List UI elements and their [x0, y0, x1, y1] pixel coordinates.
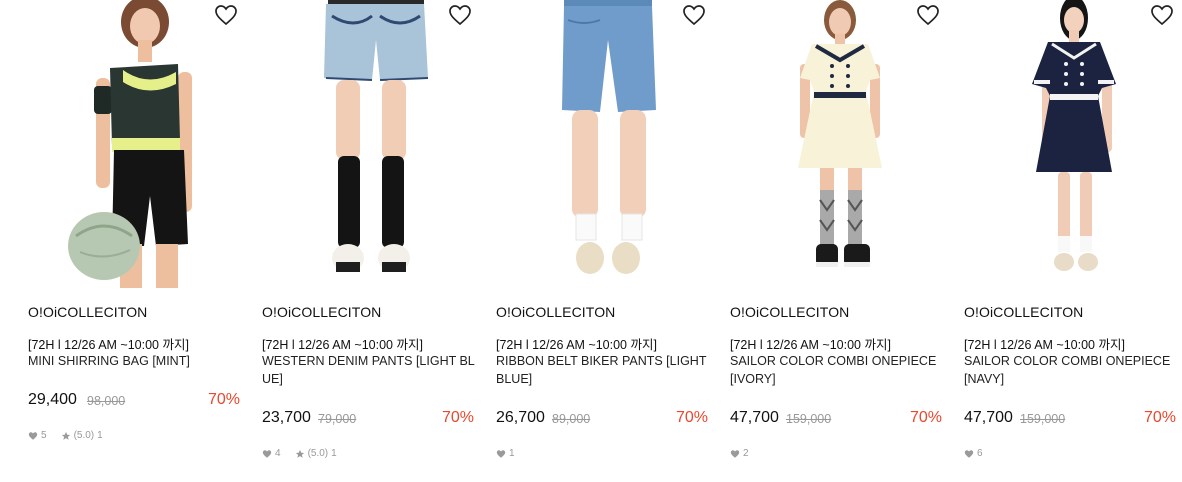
like-count: 1 — [509, 448, 515, 459]
price-row: 23,700 79,000 70% — [262, 409, 476, 431]
product-name[interactable]: WESTERN DENIM PANTS [LIGHT BLUE] — [262, 352, 476, 388]
promo-text: [72H l 12/26 AM ~10:00 까지] — [28, 338, 189, 352]
discount-rate: 70% — [675, 409, 708, 426]
product-image[interactable] — [964, 0, 1178, 288]
like-count: 5 — [41, 430, 47, 441]
product-photo-sailor-onepiece-navy — [964, 0, 1178, 288]
product-name[interactable]: SAILOR COLOR COMBI ONEPIECE [IVORY] — [730, 352, 944, 388]
price-row: 29,400 98,000 70% — [28, 391, 242, 413]
product-meta: 2 — [730, 448, 749, 459]
promo-text: [72H l 12/26 AM ~10:00 까지] — [730, 338, 891, 352]
product-photo-mini-shirring-bag — [28, 0, 242, 288]
heart-outline-icon[interactable] — [214, 4, 238, 26]
heart-outline-icon[interactable] — [682, 4, 706, 26]
like-count: 6 — [977, 448, 983, 459]
star-icon — [295, 449, 304, 458]
product-card[interactable]: O!OiCOLLECITON [72H l 12/26 AM ~10:00 까지… — [496, 0, 710, 482]
discount-rate: 70% — [909, 409, 942, 426]
product-name[interactable]: SAILOR COLOR COMBI ONEPIECE [NAVY] — [964, 352, 1178, 388]
original-price: 159,000 — [786, 412, 832, 426]
promo-text: [72H l 12/26 AM ~10:00 까지] — [496, 338, 657, 352]
rating-score: (5.0) — [73, 430, 95, 441]
price-row: 26,700 89,000 70% — [496, 409, 710, 431]
product-image[interactable] — [262, 0, 476, 288]
product-image[interactable] — [28, 0, 242, 288]
original-price: 79,000 — [318, 412, 357, 426]
heart-icon — [496, 449, 506, 458]
price-row: 47,700 159,000 70% — [730, 409, 944, 431]
original-price: 89,000 — [552, 412, 591, 426]
sale-price: 29,400 — [28, 391, 77, 408]
product-image[interactable] — [496, 0, 710, 288]
brand-name[interactable]: O!OiCOLLECITON — [496, 304, 615, 320]
star-icon — [61, 431, 70, 440]
product-name[interactable]: MINI SHIRRING BAG [MINT] — [28, 352, 242, 370]
rating-score: (5.0) — [307, 448, 329, 459]
brand-name[interactable]: O!OiCOLLECITON — [262, 304, 381, 320]
sale-price: 47,700 — [730, 409, 779, 426]
discount-rate: 70% — [207, 391, 240, 408]
discount-rate: 70% — [441, 409, 474, 426]
like-count: 4 — [275, 448, 281, 459]
product-meta: 1 — [496, 448, 515, 459]
heart-icon — [730, 449, 740, 458]
heart-outline-icon[interactable] — [916, 4, 940, 26]
product-card[interactable]: O!OiCOLLECITON [72H l 12/26 AM ~10:00 까지… — [262, 0, 476, 482]
heart-icon — [262, 449, 272, 458]
sale-price: 26,700 — [496, 409, 545, 426]
review-count: 1 — [331, 448, 337, 459]
brand-name[interactable]: O!OiCOLLECITON — [964, 304, 1083, 320]
product-card[interactable]: O!OiCOLLECITON [72H l 12/26 AM ~10:00 까지… — [730, 0, 944, 482]
sale-price: 23,700 — [262, 409, 311, 426]
heart-outline-icon[interactable] — [1150, 4, 1174, 26]
brand-name[interactable]: O!OiCOLLECITON — [730, 304, 849, 320]
heart-icon — [28, 431, 38, 440]
brand-name[interactable]: O!OiCOLLECITON — [28, 304, 147, 320]
like-count: 2 — [743, 448, 749, 459]
product-photo-sailor-onepiece-ivory — [730, 0, 944, 288]
heart-outline-icon[interactable] — [448, 4, 472, 26]
promo-text: [72H l 12/26 AM ~10:00 까지] — [964, 338, 1125, 352]
product-card[interactable]: O!OiCOLLECITON [72H l 12/26 AM ~10:00 까지… — [964, 0, 1178, 482]
price-row: 47,700 159,000 70% — [964, 409, 1178, 431]
original-price: 159,000 — [1020, 412, 1066, 426]
discount-rate: 70% — [1143, 409, 1176, 426]
product-photo-ribbon-belt-biker-pants — [496, 0, 710, 288]
promo-text: [72H l 12/26 AM ~10:00 까지] — [262, 338, 423, 352]
product-meta: 6 — [964, 448, 983, 459]
review-count: 1 — [97, 430, 103, 441]
product-image[interactable] — [730, 0, 944, 288]
original-price: 98,000 — [87, 394, 126, 408]
product-name[interactable]: RIBBON BELT BIKER PANTS [LIGHT BLUE] — [496, 352, 710, 388]
product-grid: O!OiCOLLECITON [72H l 12/26 AM ~10:00 까지… — [0, 0, 1182, 482]
sale-price: 47,700 — [964, 409, 1013, 426]
product-card[interactable]: O!OiCOLLECITON [72H l 12/26 AM ~10:00 까지… — [28, 0, 242, 482]
product-meta: 4 (5.0) 1 — [262, 448, 337, 459]
product-meta: 5 (5.0) 1 — [28, 430, 103, 441]
product-photo-western-denim-pants — [262, 0, 476, 288]
heart-icon — [964, 449, 974, 458]
